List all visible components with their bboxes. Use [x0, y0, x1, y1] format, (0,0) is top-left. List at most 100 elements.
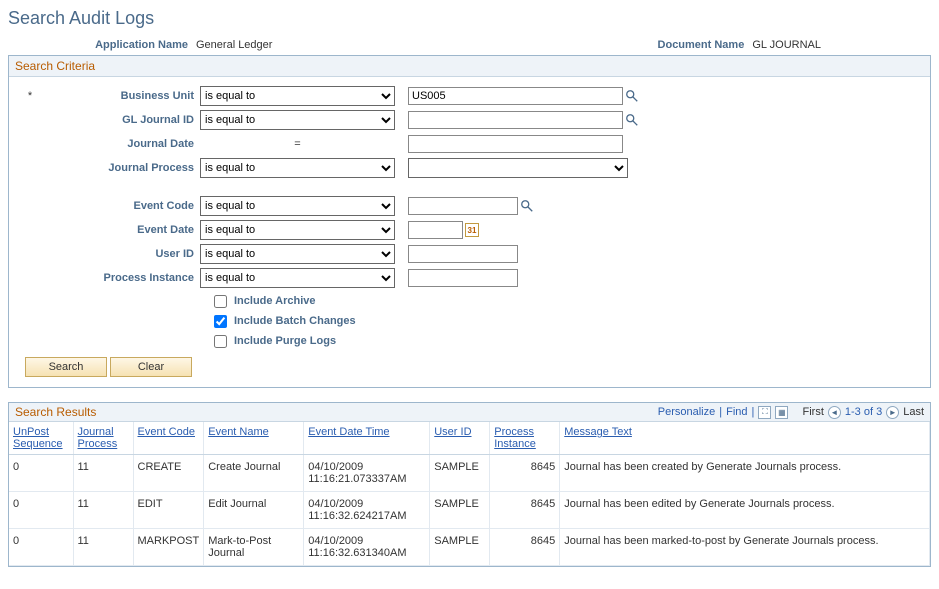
first-label[interactable]: First [803, 406, 824, 418]
cell-journal-process: 11 [73, 455, 133, 492]
download-icon[interactable]: ▦ [775, 406, 788, 419]
header-row: Application Name General Ledger Document… [8, 39, 931, 51]
label-include-purge: Include Purge Logs [234, 335, 336, 347]
page-title: Search Audit Logs [8, 8, 931, 29]
next-icon[interactable]: ► [886, 406, 899, 419]
col-journal-process[interactable]: Journal Process [73, 422, 133, 455]
operator-event-date[interactable]: is equal to [200, 220, 395, 240]
label-business-unit: Business Unit [45, 90, 200, 102]
application-name-label: Application Name [8, 39, 196, 51]
search-button[interactable]: Search [25, 357, 107, 377]
label-journal-date: Journal Date [45, 138, 200, 150]
input-event-code[interactable] [408, 197, 518, 215]
cell-event-name: Edit Journal [204, 492, 304, 529]
required-marker: * [15, 90, 45, 102]
search-criteria-group: Search Criteria * Business Unit is equal… [8, 55, 931, 388]
row-process-instance: Process Instance is equal to [15, 267, 924, 289]
input-event-date[interactable] [408, 221, 463, 239]
cell-event-code: MARKPOST [133, 529, 204, 566]
input-business-unit[interactable] [408, 87, 623, 105]
cell-unpost: 0 [9, 529, 73, 566]
cell-event-code: EDIT [133, 492, 204, 529]
label-event-code: Event Code [45, 200, 200, 212]
cell-message: Journal has been created by Generate Jou… [560, 455, 930, 492]
prev-icon[interactable]: ◄ [828, 406, 841, 419]
label-include-batch: Include Batch Changes [234, 315, 356, 327]
col-user-id[interactable]: User ID [430, 422, 490, 455]
select-journal-process[interactable] [408, 158, 628, 178]
lookup-icon[interactable] [625, 89, 639, 103]
cell-message: Journal has been marked-to-post by Gener… [560, 529, 930, 566]
row-user-id: User ID is equal to [15, 243, 924, 265]
row-gl-journal-id: GL Journal ID is equal to [15, 109, 924, 131]
journal-date-eq-symbol: = [200, 138, 395, 150]
lookup-icon[interactable] [520, 199, 534, 213]
label-gl-journal-id: GL Journal ID [45, 114, 200, 126]
cell-journal-process: 11 [73, 529, 133, 566]
input-gl-journal-id[interactable] [408, 111, 623, 129]
row-event-date: Event Date is equal to 31 [15, 219, 924, 241]
operator-process-instance[interactable]: is equal to [200, 268, 395, 288]
checkbox-include-purge[interactable] [214, 335, 227, 348]
operator-journal-process[interactable]: is equal to [200, 158, 395, 178]
results-table: UnPost Sequence Journal Process Event Co… [9, 422, 930, 566]
table-row: 011EDITEdit Journal04/10/2009 11:16:32.6… [9, 492, 930, 529]
cell-process-instance: 8645 [490, 529, 560, 566]
col-unpost[interactable]: UnPost Sequence [9, 422, 73, 455]
label-user-id: User ID [45, 248, 200, 260]
results-toolbar: Personalize | Find | ⛶ ▦ First ◄ 1-3 of … [658, 406, 924, 419]
col-message[interactable]: Message Text [560, 422, 930, 455]
cell-user-id: SAMPLE [430, 492, 490, 529]
cell-event-code: CREATE [133, 455, 204, 492]
cell-event-datetime: 04/10/2009 11:16:32.624217AM [304, 492, 430, 529]
cell-journal-process: 11 [73, 492, 133, 529]
last-label[interactable]: Last [903, 406, 924, 418]
find-link[interactable]: Find [726, 406, 747, 418]
col-event-name[interactable]: Event Name [204, 422, 304, 455]
clear-button[interactable]: Clear [110, 357, 192, 377]
cell-event-datetime: 04/10/2009 11:16:32.631340AM [304, 529, 430, 566]
operator-user-id[interactable]: is equal to [200, 244, 395, 264]
cell-process-instance: 8645 [490, 455, 560, 492]
row-journal-date: Journal Date = [15, 133, 924, 155]
cell-unpost: 0 [9, 455, 73, 492]
results-range[interactable]: 1-3 of 3 [845, 406, 882, 418]
label-event-date: Event Date [45, 224, 200, 236]
table-row: 011CREATECreate Journal04/10/2009 11:16:… [9, 455, 930, 492]
col-process-instance[interactable]: Process Instance [490, 422, 560, 455]
label-include-archive: Include Archive [234, 295, 316, 307]
operator-business-unit[interactable]: is equal to [200, 86, 395, 106]
operator-event-code[interactable]: is equal to [200, 196, 395, 216]
row-include-batch: Include Batch Changes [210, 311, 924, 331]
zoom-icon[interactable]: ⛶ [758, 406, 771, 419]
search-results-group: Search Results Personalize | Find | ⛶ ▦ … [8, 402, 931, 567]
input-user-id[interactable] [408, 245, 518, 263]
lookup-icon[interactable] [625, 113, 639, 127]
cell-unpost: 0 [9, 492, 73, 529]
row-journal-process: Journal Process is equal to [15, 157, 924, 179]
cell-message: Journal has been edited by Generate Jour… [560, 492, 930, 529]
row-include-purge: Include Purge Logs [210, 331, 924, 351]
cell-event-name: Mark-to-Post Journal [204, 529, 304, 566]
application-name-value: General Ledger [196, 39, 272, 51]
operator-gl-journal-id[interactable]: is equal to [200, 110, 395, 130]
cell-event-name: Create Journal [204, 455, 304, 492]
search-results-title: Search Results [15, 405, 96, 419]
cell-event-datetime: 04/10/2009 11:16:21.073337AM [304, 455, 430, 492]
input-journal-date[interactable] [408, 135, 623, 153]
col-event-code[interactable]: Event Code [133, 422, 204, 455]
calendar-icon[interactable]: 31 [465, 223, 479, 237]
checkbox-include-batch[interactable] [214, 315, 227, 328]
cell-user-id: SAMPLE [430, 455, 490, 492]
table-row: 011MARKPOSTMark-to-Post Journal04/10/200… [9, 529, 930, 566]
input-process-instance[interactable] [408, 269, 518, 287]
cell-user-id: SAMPLE [430, 529, 490, 566]
document-name-value: GL JOURNAL [752, 39, 821, 51]
personalize-link[interactable]: Personalize [658, 406, 715, 418]
row-event-code: Event Code is equal to [15, 195, 924, 217]
checkbox-include-archive[interactable] [214, 295, 227, 308]
cell-process-instance: 8645 [490, 492, 560, 529]
col-event-datetime[interactable]: Event Date Time [304, 422, 430, 455]
document-name-label: Document Name [658, 39, 753, 51]
label-journal-process: Journal Process [45, 162, 200, 174]
